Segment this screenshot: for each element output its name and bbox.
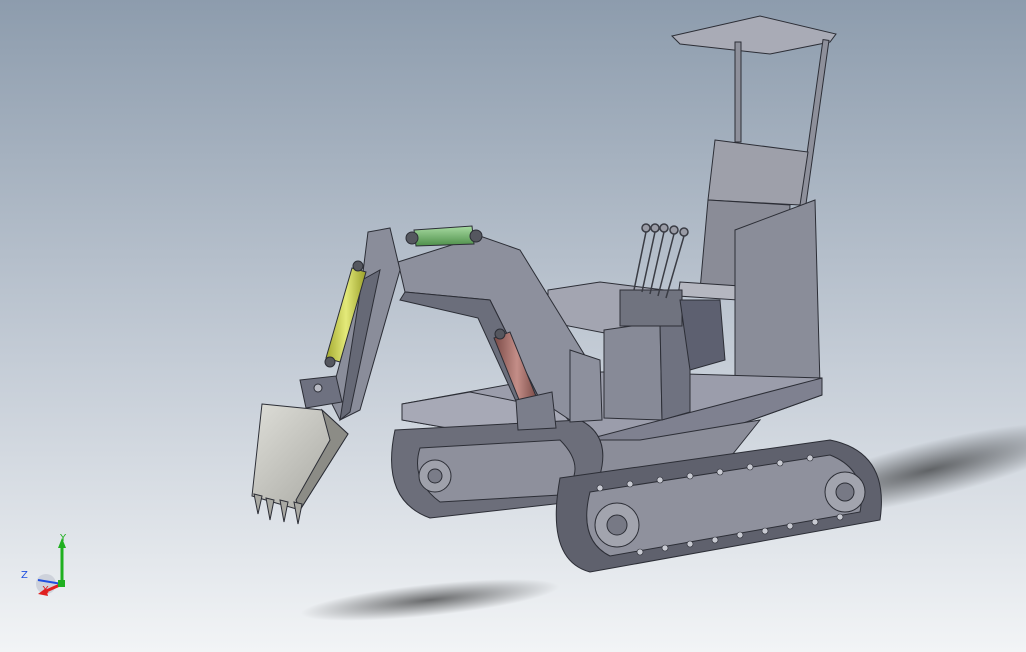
view-orientation-triad: Y Z X [18, 530, 78, 602]
bucket-linkage [299, 375, 343, 409]
graphics-viewport[interactable]: Y Z X [0, 0, 1026, 652]
triad-x-label: X [42, 585, 49, 596]
triad-z-label: Z [21, 570, 28, 581]
triad-origin [58, 580, 65, 587]
cab-side-panel [734, 199, 821, 406]
excavator-3d-model[interactable] [0, 0, 1026, 652]
triad-y-label: Y [60, 533, 67, 544]
